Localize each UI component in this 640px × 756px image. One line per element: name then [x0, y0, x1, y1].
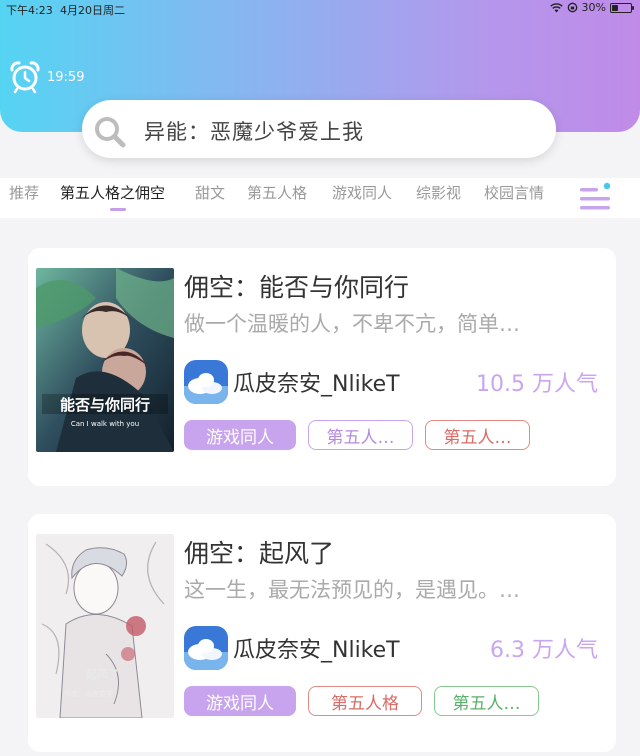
battery-icon [610, 2, 634, 13]
author-name[interactable]: 瓜皮奈安_NlikeT [233, 632, 400, 664]
category-menu-icon[interactable] [576, 182, 616, 214]
tag-game-fanfic[interactable]: 游戏同人 [184, 686, 296, 716]
status-bar: 下午4:23 4月20日周二 30% [0, 0, 640, 18]
tag-identity-v[interactable]: 第五人… [308, 420, 413, 450]
tag-identity-v[interactable]: 第五人格 [308, 686, 422, 716]
author-avatar[interactable] [184, 626, 228, 670]
book-cover[interactable]: 能否与你同行 Can I walk with you [36, 268, 174, 452]
author-name[interactable]: 瓜皮奈安_NlikeT [233, 366, 400, 398]
tag-game-fanfic[interactable]: 游戏同人 [184, 420, 296, 450]
search-text: 异能：恶魔少爷爱上我 [144, 120, 364, 144]
status-right: 30% [549, 1, 634, 14]
search-icon [92, 114, 128, 150]
book-title[interactable]: 佣空：能否与你同行 [184, 268, 409, 304]
tab-game-fanfic[interactable]: 游戏同人 [332, 182, 392, 203]
active-tab-indicator [110, 208, 126, 211]
svg-text:起风了: 起风了 [85, 667, 119, 681]
book-description: 这一生，最无法预见的，是遇见。… [184, 578, 520, 602]
alarm-clock-icon[interactable] [8, 60, 42, 94]
status-time: 下午4:23 [6, 4, 53, 17]
tab-recommend[interactable]: 推荐 [9, 182, 39, 203]
book-cover[interactable]: 起风了 作者：瓜皮奈安 [36, 534, 174, 718]
tag-identity-v[interactable]: 第五人… [425, 420, 530, 450]
tab-film-tv[interactable]: 综影视 [416, 182, 461, 203]
tab-identity-v[interactable]: 第五人格 [247, 182, 307, 203]
book-description: 做一个温暖的人，不卑不亢，简单… [184, 312, 520, 336]
tab-sweet[interactable]: 甜文 [195, 182, 225, 203]
author-avatar[interactable] [184, 360, 228, 404]
battery-percent: 30% [581, 1, 606, 14]
svg-text:Can I walk with you: Can I walk with you [71, 420, 139, 428]
tag-identity-v[interactable]: 第五人… [434, 686, 539, 716]
book-card[interactable]: 起风了 作者：瓜皮奈安 佣空：起风了 这一生，最无法预见的，是遇见。… 瓜皮奈安… [28, 514, 616, 752]
category-tabs: 推荐 第五人格之佣空 甜文 第五人格 游戏同人 综影视 校园言情 [0, 178, 640, 218]
wifi-icon [549, 2, 563, 13]
popularity-count: 10.5 万人气 [476, 372, 598, 397]
clock-time: 19:59 [47, 70, 85, 85]
tab-identity-v-mercenary[interactable]: 第五人格之佣空 [60, 182, 165, 203]
book-title[interactable]: 佣空：起风了 [184, 534, 334, 570]
popularity-count: 6.3 万人气 [490, 638, 598, 663]
svg-text:能否与你同行: 能否与你同行 [60, 396, 150, 414]
book-card[interactable]: 能否与你同行 Can I walk with you 佣空：能否与你同行 做一个… [28, 248, 616, 486]
search-bar[interactable]: 异能：恶魔少爷爱上我 [82, 100, 556, 158]
status-date: 4月20日周二 [60, 4, 125, 17]
svg-text:作者：瓜皮奈安: 作者：瓜皮奈安 [64, 689, 113, 698]
tab-campus-romance[interactable]: 校园言情 [484, 182, 544, 203]
rotation-lock-icon [567, 2, 578, 13]
